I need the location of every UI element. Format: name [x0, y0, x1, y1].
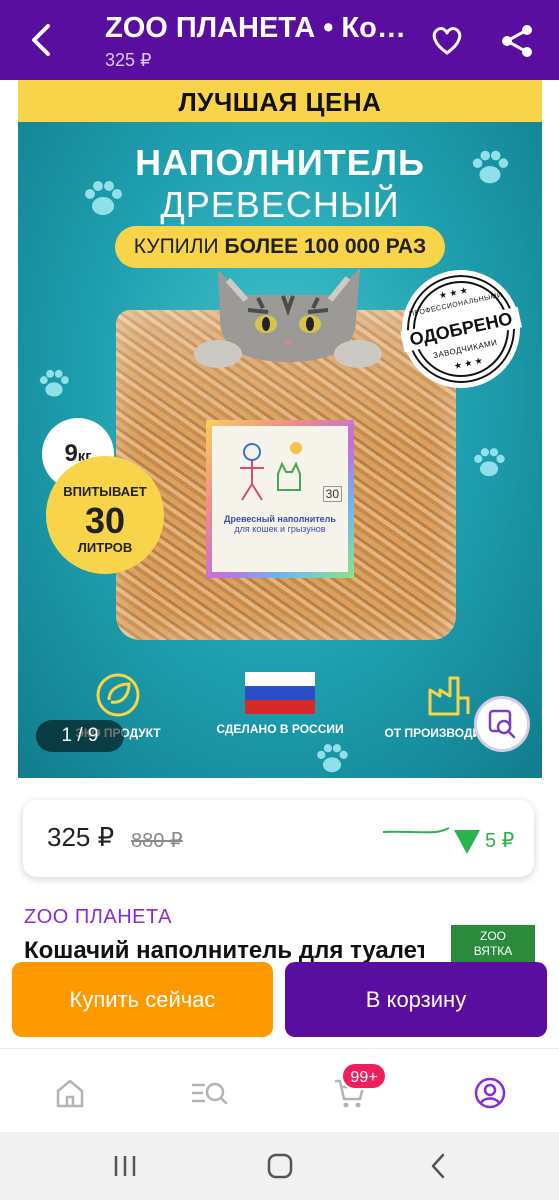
- system-back-icon[interactable]: [426, 1152, 450, 1185]
- cat-illustration: [194, 268, 382, 368]
- cart-count-badge: 99+: [341, 1062, 387, 1090]
- add-to-cart-button[interactable]: В корзину: [285, 962, 547, 1037]
- back-arrow-icon[interactable]: [24, 18, 64, 62]
- bottom-navigation: [0, 1048, 559, 1132]
- label-volume: 30: [322, 486, 342, 502]
- share-icon[interactable]: [498, 22, 536, 60]
- logo-line-2: ВЯТКА: [473, 944, 513, 958]
- label-title: Древесный наполнитель для кошек и грызуно…: [218, 514, 342, 534]
- brand-logo[interactable]: ZOO ВЯТКА: [451, 925, 535, 963]
- russia-flag-icon: [245, 672, 315, 714]
- image-search-icon: [488, 709, 516, 739]
- product-name: Кошачий наполнитель для туалета: [24, 937, 424, 964]
- price-card[interactable]: 325 ₽ 880 ₽ 5 ₽: [23, 800, 534, 877]
- image-counter: 1 / 9: [36, 720, 124, 752]
- feature-russia-label: СДЕЛАНО В РОССИИ: [216, 722, 344, 736]
- old-price: 880 ₽: [131, 830, 183, 852]
- header-price: 325 ₽: [105, 50, 152, 70]
- paw-print-icon: [85, 181, 122, 215]
- page-title: ZOO ПЛАНЕТА • Кошачий наполнитель для ту…: [105, 12, 420, 44]
- eco-icon: [96, 673, 140, 717]
- best-price-banner: ЛУЧШАЯ ЦЕНА: [18, 80, 542, 122]
- factory-icon: [428, 676, 470, 716]
- absorb-value: 30: [84, 500, 126, 541]
- home-icon[interactable]: [52, 1075, 88, 1111]
- label-subtitle: для кошек и грызунов: [234, 524, 326, 534]
- current-price: 325 ₽: [47, 822, 115, 852]
- bag-label-inner: 30 Древесный наполнитель для кошек и грыз…: [212, 426, 348, 572]
- feature-made-in-russia: СДЕЛАНО В РОССИИ: [200, 670, 360, 736]
- price-history-sparkline: [382, 827, 450, 834]
- price-drop-value: 5 ₽: [485, 830, 515, 852]
- paw-print-icon: [472, 150, 509, 184]
- bag-label: 30 Древесный наполнитель для кошек и грыз…: [206, 420, 354, 578]
- label-title-text: Древесный наполнитель: [224, 514, 336, 524]
- logo-line-1: ZOO: [480, 929, 506, 943]
- brand-link[interactable]: ZOO ПЛАНЕТА: [24, 906, 172, 929]
- paw-print-icon: [317, 744, 348, 773]
- absorb-unit: ЛИТРОВ: [77, 540, 133, 555]
- paw-print-icon: [474, 448, 505, 477]
- visual-search-button[interactable]: [474, 696, 530, 752]
- app-header: ZOO ПЛАНЕТА • Кошачий наполнитель для ту…: [0, 0, 559, 80]
- absorb-label: ВПИТЫВАЕТ: [63, 484, 147, 499]
- buy-now-button[interactable]: Купить сейчас: [12, 962, 273, 1037]
- home-button-icon[interactable]: [266, 1152, 294, 1185]
- system-navigation-bar: [0, 1132, 559, 1200]
- paw-print-icon: [39, 369, 69, 397]
- recent-apps-icon[interactable]: [112, 1152, 138, 1185]
- child-drawing-illustration: [240, 442, 302, 501]
- product-image-gallery[interactable]: ЛУЧШАЯ ЦЕНА НАПОЛНИТЕЛЬ ДРЕВЕСНЫЙ КУПИЛИ…: [18, 80, 542, 778]
- catalog-search-icon[interactable]: [190, 1075, 228, 1111]
- price-drop-icon: [454, 830, 480, 854]
- heart-icon[interactable]: [429, 22, 465, 58]
- profile-icon[interactable]: [472, 1075, 508, 1111]
- absorb-badge: ВПИТЫВАЕТ 30 ЛИТРОВ: [46, 456, 164, 574]
